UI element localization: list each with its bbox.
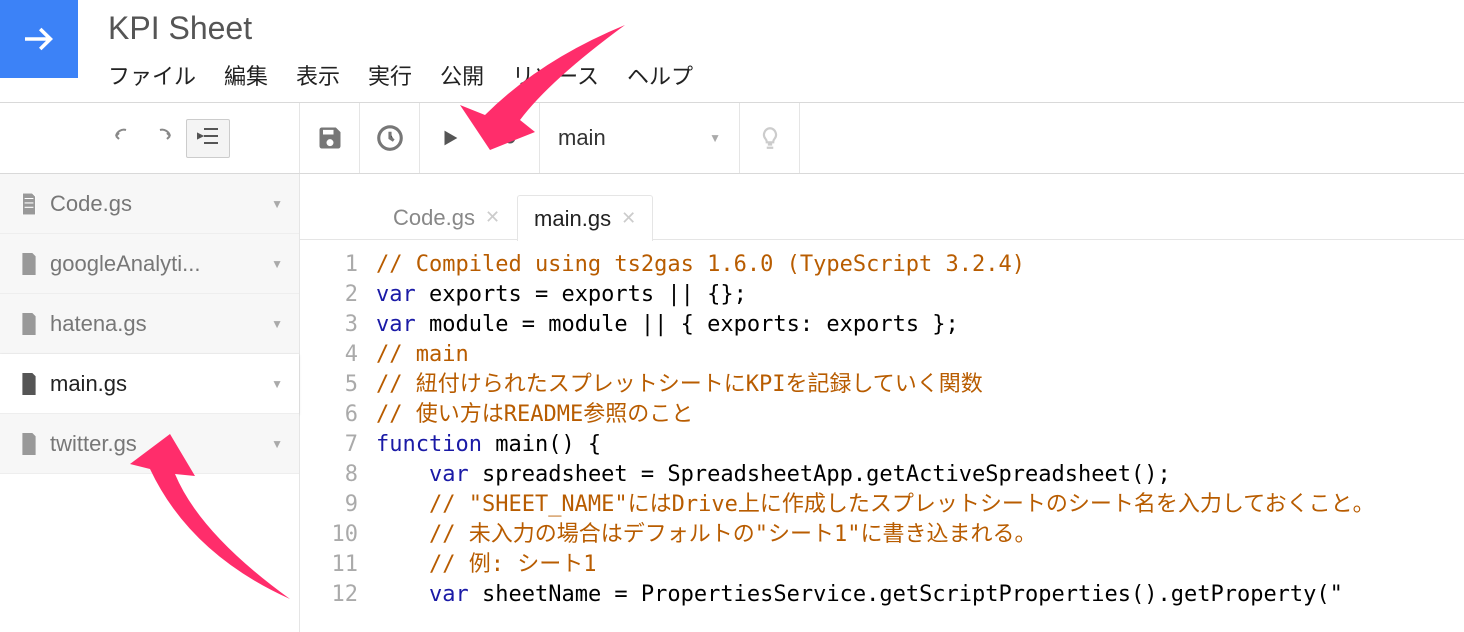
redo-button[interactable] — [148, 126, 176, 151]
code-line[interactable]: var sheetName = PropertiesService.getScr… — [376, 580, 1464, 610]
undo-button[interactable] — [110, 126, 138, 151]
clock-icon — [375, 123, 405, 153]
line-gutter: 123456789101112 — [300, 250, 376, 632]
arrow-right-icon — [18, 18, 60, 60]
file-item-hatena[interactable]: hatena.gs ▼ — [0, 294, 299, 354]
menu-run[interactable]: 実行 — [368, 59, 412, 91]
file-label: Code.gs — [50, 191, 132, 217]
run-button[interactable] — [420, 103, 480, 173]
line-number: 5 — [300, 370, 358, 400]
code-line[interactable]: // Compiled using ts2gas 1.6.0 (TypeScri… — [376, 250, 1464, 280]
code-line[interactable]: // 紐付けられたスプレットシートにKPIを記録していく関数 — [376, 370, 1464, 400]
tab-main[interactable]: main.gs ✕ — [517, 195, 653, 241]
code-lines[interactable]: // Compiled using ts2gas 1.6.0 (TypeScri… — [376, 250, 1464, 632]
tab-bar: Code.gs ✕ main.gs ✕ — [300, 174, 1464, 240]
menu-file[interactable]: ファイル — [108, 59, 196, 91]
code-line[interactable]: // 使い方はREADME参照のこと — [376, 400, 1464, 430]
line-number: 2 — [300, 280, 358, 310]
file-icon — [20, 373, 38, 395]
line-number: 12 — [300, 580, 358, 610]
menu-resource[interactable]: リソース — [512, 59, 599, 91]
code-line[interactable]: var exports = exports || {}; — [376, 280, 1464, 310]
save-icon — [316, 124, 344, 152]
chevron-down-icon[interactable]: ▼ — [271, 317, 283, 331]
line-number: 10 — [300, 520, 358, 550]
file-item-twitter[interactable]: twitter.gs ▼ — [0, 414, 299, 474]
line-number: 7 — [300, 430, 358, 460]
line-number: 4 — [300, 340, 358, 370]
header: KPI Sheet ファイル 編集 表示 実行 公開 リソース ヘルプ — [0, 0, 1464, 102]
menubar: ファイル 編集 表示 実行 公開 リソース ヘルプ — [108, 59, 1464, 91]
menu-view[interactable]: 表示 — [296, 59, 340, 91]
code-line[interactable]: // 未入力の場合はデフォルトの"シート1"に書き込まれる。 — [376, 520, 1464, 550]
close-icon[interactable]: ✕ — [485, 207, 500, 228]
chevron-down-icon[interactable]: ▼ — [271, 197, 283, 211]
tab-label: Code.gs — [393, 205, 475, 231]
play-icon — [439, 127, 461, 149]
debug-button[interactable] — [480, 103, 540, 173]
editor: Code.gs ✕ main.gs ✕ 123456789101112 // C… — [300, 174, 1464, 632]
line-number: 6 — [300, 400, 358, 430]
bug-icon — [497, 125, 523, 151]
file-item-googleanalytics[interactable]: googleAnalyti... ▼ — [0, 234, 299, 294]
indent-icon — [195, 126, 221, 146]
toolbar: main ▼ — [0, 102, 1464, 174]
code-line[interactable]: // main — [376, 340, 1464, 370]
file-icon — [20, 193, 38, 215]
code-line[interactable]: // 例: シート1 — [376, 550, 1464, 580]
tab-code[interactable]: Code.gs ✕ — [376, 194, 517, 240]
file-item-main[interactable]: main.gs ▼ — [0, 354, 299, 414]
selected-function: main — [558, 125, 606, 151]
line-number: 9 — [300, 490, 358, 520]
lightbulb-icon — [757, 123, 783, 153]
lightbulb-button[interactable] — [740, 103, 800, 173]
code-line[interactable]: function main() { — [376, 430, 1464, 460]
file-icon — [20, 253, 38, 275]
line-number: 8 — [300, 460, 358, 490]
apps-script-logo[interactable] — [0, 0, 78, 78]
code-line[interactable]: var spreadsheet = SpreadsheetApp.getActi… — [376, 460, 1464, 490]
code-line[interactable]: var module = module || { exports: export… — [376, 310, 1464, 340]
project-title[interactable]: KPI Sheet — [108, 10, 1464, 47]
close-icon[interactable]: ✕ — [621, 208, 636, 229]
line-number: 1 — [300, 250, 358, 280]
save-button[interactable] — [300, 103, 360, 173]
menu-help[interactable]: ヘルプ — [627, 59, 693, 91]
clock-button[interactable] — [360, 103, 420, 173]
redo-icon — [148, 126, 176, 146]
menu-publish[interactable]: 公開 — [440, 59, 484, 91]
indent-button[interactable] — [186, 119, 230, 158]
file-label: twitter.gs — [50, 431, 137, 457]
file-item-code[interactable]: Code.gs ▼ — [0, 174, 299, 234]
code-area[interactable]: 123456789101112 // Compiled using ts2gas… — [300, 240, 1464, 632]
file-sidebar: Code.gs ▼ googleAnalyti... ▼ hatena.gs ▼… — [0, 174, 300, 632]
code-line[interactable]: // "SHEET_NAME"にはDrive上に作成したスプレットシートのシート… — [376, 490, 1464, 520]
file-label: main.gs — [50, 371, 127, 397]
chevron-down-icon[interactable]: ▼ — [271, 377, 283, 391]
chevron-down-icon[interactable]: ▼ — [271, 437, 283, 451]
file-icon — [20, 313, 38, 335]
chevron-down-icon[interactable]: ▼ — [271, 257, 283, 271]
file-label: googleAnalyti... — [50, 251, 200, 277]
tab-label: main.gs — [534, 206, 611, 232]
file-label: hatena.gs — [50, 311, 147, 337]
undo-icon — [110, 126, 138, 146]
line-number: 11 — [300, 550, 358, 580]
menu-edit[interactable]: 編集 — [224, 59, 268, 91]
line-number: 3 — [300, 310, 358, 340]
chevron-down-icon: ▼ — [709, 131, 721, 145]
function-selector[interactable]: main ▼ — [540, 103, 740, 173]
file-icon — [20, 433, 38, 455]
